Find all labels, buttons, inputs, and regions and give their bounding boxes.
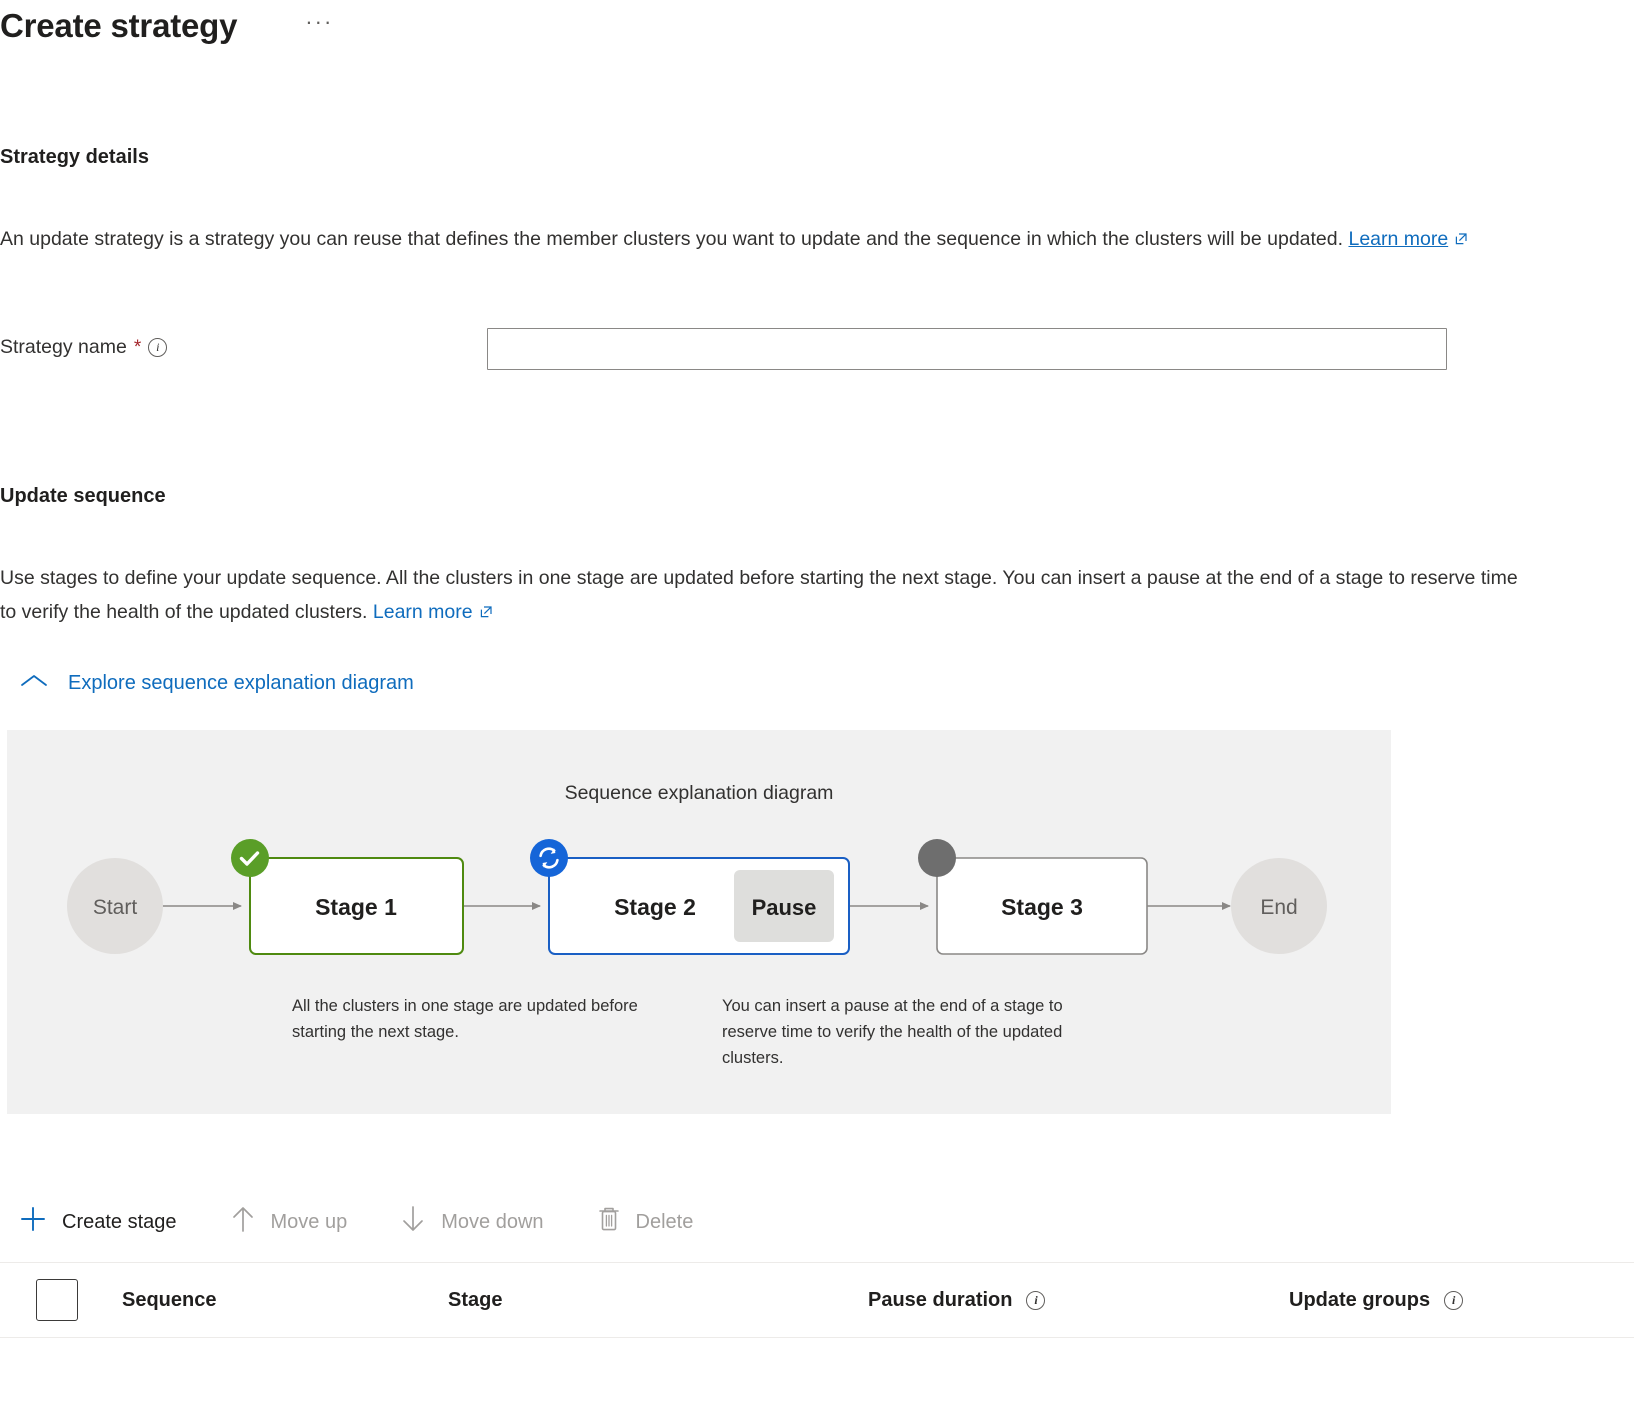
info-icon[interactable]: i bbox=[1444, 1291, 1463, 1310]
delete-label: Delete bbox=[636, 1211, 694, 1234]
external-link-icon bbox=[1453, 224, 1469, 258]
sequence-diagram-svg: Start Stage 1 Stage 2 Pause bbox=[7, 730, 1391, 1114]
sequence-explanation-diagram-panel: Sequence explanation diagram Start bbox=[7, 730, 1391, 1114]
diagram-caption-1: All the clusters in one stage are update… bbox=[292, 993, 652, 1045]
plus-icon bbox=[18, 1204, 48, 1240]
strategy-name-label: Strategy name * i bbox=[0, 336, 167, 359]
arrow-up-icon bbox=[229, 1204, 257, 1240]
strategy-name-field-row: Strategy name * i bbox=[0, 328, 1460, 370]
explore-sequence-diagram-label: Explore sequence explanation diagram bbox=[68, 672, 414, 695]
column-header-stage-label: Stage bbox=[448, 1289, 502, 1312]
table-header-row: Sequence Stage Pause duration i Update g… bbox=[0, 1262, 1634, 1338]
diagram-node-end: End bbox=[1231, 858, 1327, 954]
diagram-node-stage2: Stage 2 Pause bbox=[530, 839, 849, 954]
move-down-button[interactable]: Move down bbox=[381, 1196, 561, 1248]
create-strategy-page: Create strategy ··· Strategy details An … bbox=[0, 0, 1634, 1405]
update-sequence-description: Use stages to define your update sequenc… bbox=[0, 561, 1535, 631]
stages-table: Sequence Stage Pause duration i Update g… bbox=[0, 1262, 1634, 1338]
strategy-learn-more-link[interactable]: Learn more bbox=[1348, 228, 1448, 250]
column-header-sequence-label: Sequence bbox=[122, 1289, 216, 1312]
column-header-pause-duration-label: Pause duration bbox=[868, 1289, 1012, 1312]
strategy-name-label-text: Strategy name bbox=[0, 336, 127, 359]
diagram-stage3-label: Stage 3 bbox=[1001, 894, 1083, 920]
column-header-sequence[interactable]: Sequence bbox=[122, 1289, 448, 1312]
move-up-label: Move up bbox=[271, 1211, 348, 1234]
more-options-icon[interactable]: ··· bbox=[297, 6, 341, 46]
page-header: Create strategy ··· bbox=[0, 2, 341, 50]
strategy-details-description-text: An update strategy is a strategy you can… bbox=[0, 228, 1348, 250]
column-header-update-groups-label: Update groups bbox=[1289, 1289, 1430, 1312]
move-up-button[interactable]: Move up bbox=[211, 1196, 366, 1248]
strategy-details-description: An update strategy is a strategy you can… bbox=[0, 222, 1545, 258]
move-down-label: Move down bbox=[441, 1211, 543, 1234]
diagram-pause-label: Pause bbox=[752, 895, 817, 920]
column-header-pause-duration[interactable]: Pause duration i bbox=[868, 1289, 1289, 1312]
column-header-stage[interactable]: Stage bbox=[448, 1289, 868, 1312]
page-title: Create strategy bbox=[0, 2, 237, 50]
update-sequence-heading: Update sequence bbox=[0, 485, 166, 508]
diagram-stage1-label: Stage 1 bbox=[315, 894, 397, 920]
strategy-details-heading: Strategy details bbox=[0, 146, 149, 169]
select-all-cell bbox=[0, 1279, 122, 1321]
diagram-node-start: Start bbox=[67, 858, 163, 954]
diagram-end-label: End bbox=[1260, 896, 1297, 919]
trash-icon bbox=[596, 1204, 622, 1240]
diagram-node-stage1: Stage 1 bbox=[231, 839, 463, 954]
external-link-icon bbox=[478, 597, 494, 631]
info-icon[interactable]: i bbox=[148, 338, 167, 357]
column-header-update-groups[interactable]: Update groups i bbox=[1289, 1289, 1609, 1312]
required-marker: * bbox=[134, 340, 141, 356]
diagram-stage2-label: Stage 2 bbox=[614, 894, 696, 920]
create-stage-label: Create stage bbox=[62, 1211, 177, 1234]
diagram-node-stage3: Stage 3 bbox=[918, 839, 1147, 954]
explore-sequence-diagram-toggle[interactable]: Explore sequence explanation diagram bbox=[20, 672, 414, 695]
sequence-learn-more-link[interactable]: Learn more bbox=[373, 601, 473, 623]
strategy-name-input[interactable] bbox=[487, 328, 1447, 370]
diagram-caption-2: You can insert a pause at the end of a s… bbox=[722, 993, 1112, 1071]
info-icon[interactable]: i bbox=[1026, 1291, 1045, 1310]
delete-button[interactable]: Delete bbox=[578, 1196, 712, 1248]
select-all-checkbox[interactable] bbox=[36, 1279, 78, 1321]
diagram-start-label: Start bbox=[93, 896, 138, 919]
create-stage-button[interactable]: Create stage bbox=[0, 1196, 195, 1248]
arrow-down-icon bbox=[399, 1204, 427, 1240]
chevron-up-icon bbox=[20, 672, 48, 695]
stages-command-bar: Create stage Move up Move down Delete bbox=[0, 1192, 1634, 1252]
update-sequence-description-text: Use stages to define your update sequenc… bbox=[0, 567, 1518, 623]
